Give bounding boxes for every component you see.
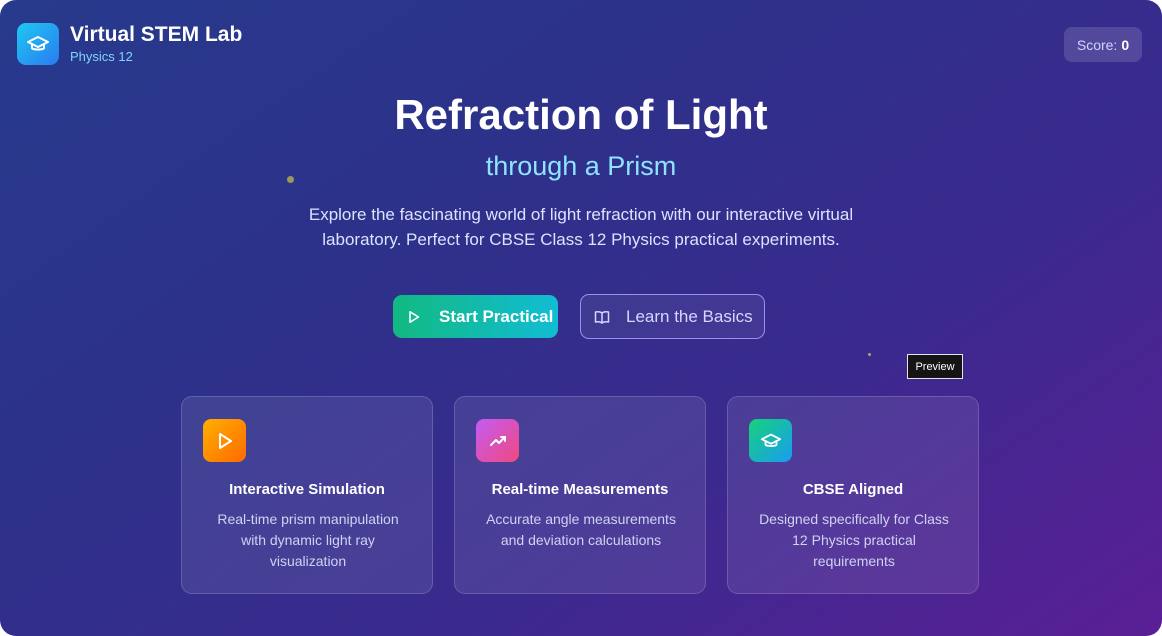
hero-title: Refraction of Light [394,91,768,138]
brand: Virtual STEM Lab Physics 12 [17,22,242,65]
hero-subtitle: through a Prism [485,151,677,181]
learn-basics-label: Learn the Basics [626,306,753,326]
play-icon [203,419,246,462]
hero-description: Explore the fascinating world of light r… [308,205,854,249]
feature-card-cbse: CBSE Aligned Designed specifically for C… [727,396,979,594]
feature-card-measurements: Real-time Measurements Accurate angle me… [454,396,706,594]
particle [287,176,294,183]
feature-description: Designed specifically for Class 12 Physi… [759,511,949,569]
learn-basics-button[interactable]: Learn the Basics [580,294,765,339]
score-badge: Score: 0 [1064,27,1142,62]
app-window: Virtual STEM Lab Physics 12 Score: 0 Ref… [0,0,1162,636]
feature-description: Accurate angle measurements and deviatio… [486,511,676,548]
app-title: Virtual STEM Lab [70,23,243,46]
graduation-cap-icon [17,22,59,65]
feature-title: Real-time Measurements [491,481,669,498]
preview-tooltip: Preview [907,354,963,379]
feature-card-simulation: Interactive Simulation Real-time prism m… [181,396,433,594]
score-value: 0 [1121,36,1130,53]
trending-up-icon [476,419,519,462]
particle [868,353,871,356]
feature-description: Real-time prism manipulation with dynami… [217,511,399,569]
feature-title: Interactive Simulation [229,481,385,498]
app-subtitle: Physics 12 [70,49,133,64]
book-open-icon [594,310,610,324]
feature-title: CBSE Aligned [802,481,904,498]
play-icon [407,310,421,324]
score-label: Score: [1076,36,1118,53]
graduation-cap-icon [749,419,792,462]
start-practical-button[interactable]: Start Practical [393,295,558,338]
start-practical-label: Start Practical [439,306,554,326]
